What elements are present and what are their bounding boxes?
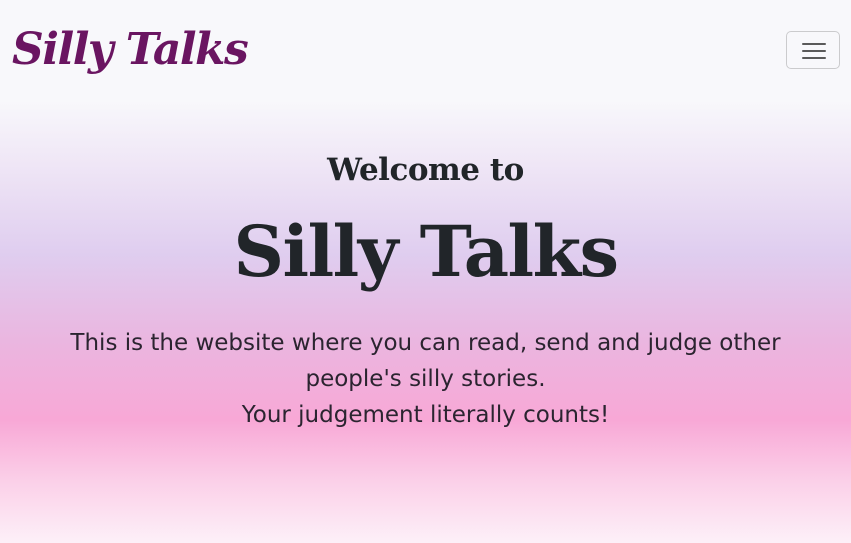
brand-logo[interactable]: Silly Talks <box>12 20 249 80</box>
hero-section: Welcome to Silly Talks <box>0 140 851 302</box>
navbar-toggle-button[interactable] <box>786 31 840 69</box>
page-title: Silly Talks <box>233 210 619 293</box>
navbar: Silly Talks <box>0 0 851 102</box>
intro-text: This is the website where you can read, … <box>40 325 811 433</box>
description-text: This is the website where you can read, … <box>70 330 781 392</box>
tagline-text: Your judgement literally counts! <box>241 402 610 428</box>
welcome-heading: Welcome to <box>327 152 524 188</box>
